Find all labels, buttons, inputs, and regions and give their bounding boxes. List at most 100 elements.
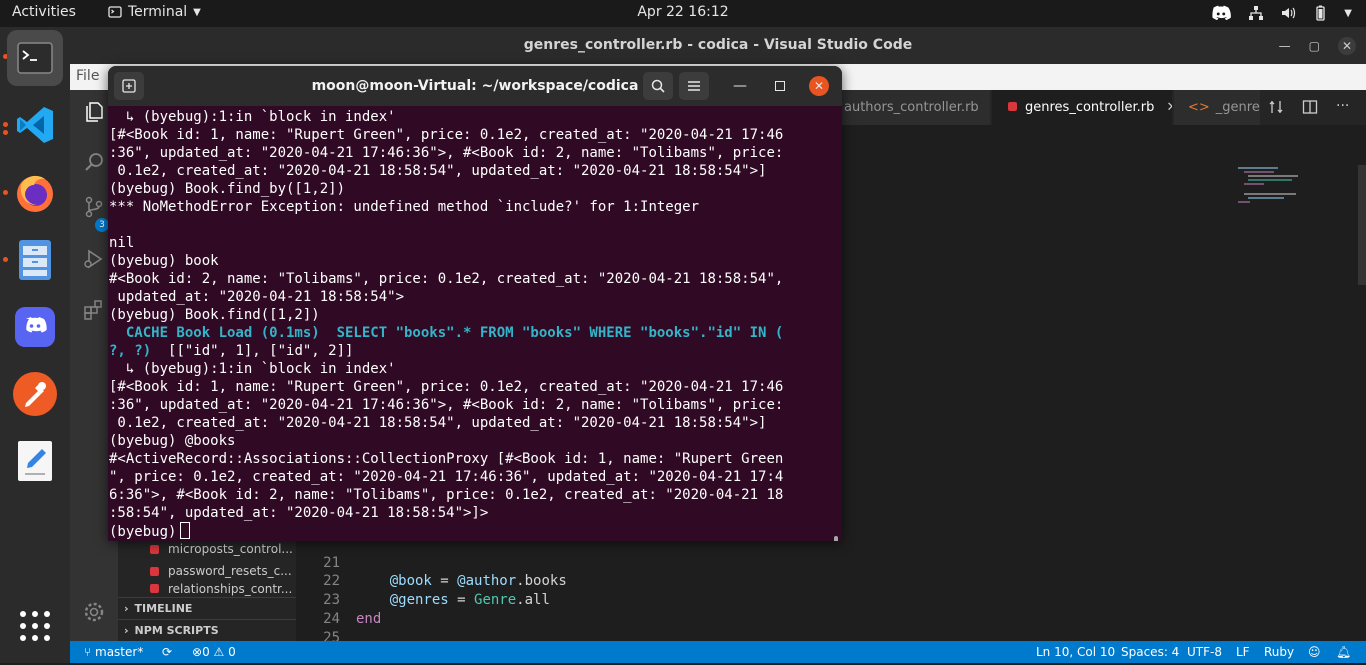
- search-icon[interactable]: [82, 150, 106, 174]
- close-icon[interactable]: ✕: [1338, 37, 1356, 55]
- search-button[interactable]: [643, 72, 673, 100]
- terminal-scrollbar[interactable]: [834, 536, 838, 541]
- language-mode[interactable]: Ruby: [1264, 645, 1294, 659]
- editor-scrollbar[interactable]: [1358, 165, 1366, 285]
- ruby-file-icon: [150, 584, 159, 593]
- dock-app-grid[interactable]: [7, 598, 63, 654]
- explorer-icon[interactable]: [82, 100, 106, 124]
- line-number: 24: [323, 611, 340, 627]
- terminal-line: :36", updated_at: "2020-04-21 17:46:36">…: [109, 397, 784, 413]
- problems-indicator[interactable]: ⊗0 ⚠ 0: [192, 645, 236, 659]
- terminal-line: 0.1e2, created_at: "2020-04-21 18:58:54"…: [109, 415, 767, 431]
- terminal-output[interactable]: ↳ (byebug):1:in `block in index' [#<Book …: [108, 106, 842, 541]
- terminal-line: CACHE Book Load (0.1ms) SELECT "books".*…: [109, 325, 784, 341]
- terminal-line: (byebug) book: [109, 253, 219, 269]
- dock-vscode[interactable]: [7, 97, 63, 153]
- dock-files[interactable]: [7, 232, 63, 288]
- maximize-icon[interactable]: ▢: [1309, 39, 1320, 53]
- close-button[interactable]: ✕: [809, 76, 829, 96]
- minimap[interactable]: [1238, 165, 1308, 225]
- indentation[interactable]: Spaces: 4: [1121, 645, 1179, 659]
- terminal-line: 6:36">, #<Book id: 2, name: "Tolibams", …: [109, 487, 784, 503]
- tab-authors-controller[interactable]: authors_controller.rb: [842, 90, 990, 125]
- file-item[interactable]: microposts_control...: [118, 538, 296, 560]
- menu-file[interactable]: File: [76, 68, 99, 84]
- extensions-icon[interactable]: [82, 298, 106, 322]
- timeline-section[interactable]: › TIMELINE: [118, 597, 296, 619]
- dock-discord[interactable]: [7, 299, 63, 355]
- firefox-icon: [17, 175, 53, 212]
- terminal-cursor: [180, 522, 191, 539]
- system-tray[interactable]: ▼: [1210, 4, 1352, 22]
- dock-terminal[interactable]: [7, 30, 63, 86]
- terminal-line: #<Book id: 2, name: "Tolibams", price: 0…: [109, 271, 784, 287]
- chevron-down-icon[interactable]: ▼: [1344, 8, 1352, 19]
- terminal-line: ↳ (byebug):1:in `block in index': [109, 109, 396, 125]
- terminal-prompt[interactable]: (byebug): [109, 522, 191, 540]
- terminal-line: 0.1e2, created_at: "2020-04-21 18:58:54"…: [109, 163, 767, 179]
- postman-icon: [13, 372, 57, 416]
- terminal-small-icon: [108, 6, 122, 18]
- notifications-icon[interactable]: 🔔︎: [1336, 645, 1351, 659]
- git-branch[interactable]: ⑂ master*: [84, 645, 143, 659]
- error-icon: ⊗: [192, 645, 203, 659]
- chevron-down-icon: ▼: [193, 6, 201, 18]
- code-line: end: [356, 611, 382, 627]
- terminal-line: ", price: 0.1e2, created_at: "2020-04-21…: [109, 469, 784, 485]
- terminal-line: (byebug) Book.find([1,2]): [109, 307, 320, 323]
- minimize-icon[interactable]: —: [1279, 39, 1291, 53]
- gear-icon[interactable]: [82, 600, 106, 624]
- tab-genre-html[interactable]: <>_genre.h: [1174, 90, 1260, 125]
- maximize-icon: [775, 81, 785, 91]
- source-control-icon[interactable]: [82, 195, 106, 219]
- file-item[interactable]: password_resets_c...: [118, 560, 296, 582]
- code-line: @book = @author.books: [356, 573, 567, 589]
- discord-icon: [15, 307, 55, 347]
- terminal-line: [#<Book id: 1, name: "Rupert Green", pri…: [109, 379, 784, 395]
- app-menu-label: Terminal: [128, 4, 188, 20]
- network-icon[interactable]: [1248, 5, 1264, 21]
- activities-button[interactable]: Activities: [12, 4, 76, 20]
- scm-badge: 3: [95, 218, 109, 232]
- dock-postman[interactable]: [7, 366, 63, 422]
- line-number: 23: [323, 592, 340, 608]
- terminal-line: *** NoMethodError Exception: undefined m…: [109, 199, 700, 215]
- close-tab-icon[interactable]: ✕: [1167, 100, 1172, 115]
- battery-icon[interactable]: [1312, 5, 1328, 21]
- cursor-position[interactable]: Ln 10, Col 10: [1036, 645, 1115, 659]
- clock[interactable]: Apr 22 16:12: [0, 4, 1366, 20]
- maximize-button[interactable]: [770, 76, 790, 96]
- app-menu[interactable]: Terminal ▼: [108, 4, 201, 20]
- gnome-top-bar: Activities Terminal ▼ Apr 22 16:12 ▼: [0, 0, 1366, 27]
- tab-genres-controller[interactable]: genres_controller.rb ✕: [992, 90, 1172, 125]
- discord-tray-icon[interactable]: [1210, 4, 1232, 22]
- vscode-window-controls: — ▢ ✕: [1279, 37, 1356, 55]
- search-icon: [651, 79, 665, 93]
- warning-icon: ⚠: [213, 645, 225, 659]
- vscode-title: genres_controller.rb - codica - Visual S…: [70, 27, 1366, 64]
- chevron-right-icon: ›: [124, 602, 129, 615]
- encoding[interactable]: UTF-8: [1187, 645, 1222, 659]
- file-item[interactable]: relationships_contr...: [118, 582, 296, 596]
- dock-firefox[interactable]: [7, 165, 63, 221]
- terminal-line: (byebug) Book.find_by([1,2]): [109, 181, 346, 197]
- sync-icon[interactable]: ⟳: [162, 645, 172, 659]
- end-of-line[interactable]: LF: [1236, 645, 1250, 659]
- terminal-line: ↳ (byebug):1:in `block in index': [109, 361, 396, 377]
- terminal-line: #<ActiveRecord::Associations::Collection…: [109, 451, 784, 467]
- menu-button[interactable]: [679, 72, 709, 100]
- feedback-icon[interactable]: ☺: [1308, 645, 1321, 659]
- line-number: 22: [323, 573, 340, 589]
- volume-icon[interactable]: [1280, 5, 1296, 21]
- more-actions-icon[interactable]: ···: [1336, 99, 1349, 115]
- open-changes-icon[interactable]: [1268, 99, 1284, 115]
- editor-actions: ···: [1268, 99, 1349, 115]
- run-debug-icon[interactable]: [82, 247, 106, 271]
- terminal-line: :58:54", updated_at: "2020-04-21 18:58:5…: [109, 505, 489, 521]
- terminal-header: moon@moon-Virtual: ~/workspace/codica — …: [108, 66, 842, 106]
- dock-text-editor[interactable]: [7, 433, 63, 489]
- npm-scripts-section[interactable]: › NPM SCRIPTS: [118, 619, 296, 641]
- minimize-button[interactable]: —: [730, 76, 750, 96]
- hamburger-icon: [688, 81, 700, 91]
- split-editor-icon[interactable]: [1302, 99, 1318, 115]
